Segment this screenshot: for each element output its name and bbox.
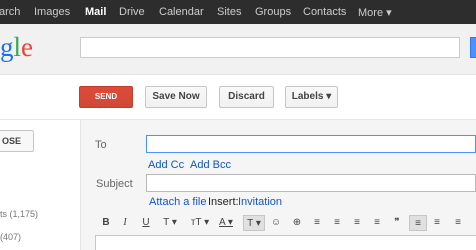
link-icon[interactable]: ⊕ [291,215,303,231]
attach-file-link[interactable]: Attach a file [149,196,206,208]
compose-button[interactable]: OSE [0,130,34,152]
add-cc-link[interactable]: Add Cc [148,159,184,171]
search-input[interactable] [80,37,460,58]
text-color-dropdown[interactable]: A ▾ [216,215,236,231]
header: gle [0,24,476,75]
to-field[interactable] [146,135,476,153]
italic-button[interactable]: I [120,215,130,231]
left-panel: OSE [0,120,80,250]
nav-more[interactable]: More ▾ [358,6,392,19]
folder-count[interactable]: ts (1,175) [0,209,38,219]
quote-icon[interactable]: ❞ [391,215,403,231]
nav-calendar[interactable]: Calendar [159,6,204,18]
indent-less-icon[interactable]: ≡ [351,215,363,231]
nav-mail[interactable]: Mail [85,6,106,18]
top-navigation-bar: arch Images Mail Drive Calendar Sites Gr… [0,0,476,24]
message-body[interactable] [95,235,476,250]
nav-drive[interactable]: Drive [119,6,145,18]
search-button[interactable] [470,37,476,58]
align-right-icon[interactable]: ≡ [452,215,464,231]
discard-button[interactable]: Discard [219,86,274,108]
subject-field[interactable] [146,174,476,192]
numbered-list-icon[interactable]: ≡ [311,215,323,231]
nav-search[interactable]: arch [0,6,20,18]
indent-more-icon[interactable]: ≡ [371,215,383,231]
subject-label: Subject [96,178,133,190]
align-center-icon[interactable]: ≡ [431,215,443,231]
highlight-dropdown[interactable]: T ▾ [243,215,265,231]
nav-images[interactable]: Images [34,6,70,18]
nav-groups[interactable]: Groups [255,6,291,18]
font-dropdown[interactable]: T ▾ [160,215,180,231]
to-label: To [95,139,107,151]
bold-button[interactable]: B [101,215,111,231]
font-size-dropdown[interactable]: ᴛT ▾ [188,215,212,231]
bulleted-list-icon[interactable]: ≡ [331,215,343,231]
emoji-icon[interactable]: ☺ [270,215,282,231]
nav-sites[interactable]: Sites [217,6,241,18]
invitation-link[interactable]: Invitation [238,196,282,208]
add-bcc-link[interactable]: Add Bcc [190,159,231,171]
google-logo[interactable]: gle [0,32,33,63]
align-left-icon[interactable]: ≡ [409,215,427,231]
labels-dropdown[interactable]: Labels ▾ [285,86,338,108]
compose-toolbar: SEND Save Now Discard Labels ▾ [0,75,476,120]
send-button[interactable]: SEND [79,86,133,108]
save-now-button[interactable]: Save Now [145,86,207,108]
folder-count[interactable]: (407) [0,232,21,242]
nav-contacts[interactable]: Contacts [303,6,346,18]
insert-label: Insert: [208,196,239,208]
underline-button[interactable]: U [140,215,152,231]
